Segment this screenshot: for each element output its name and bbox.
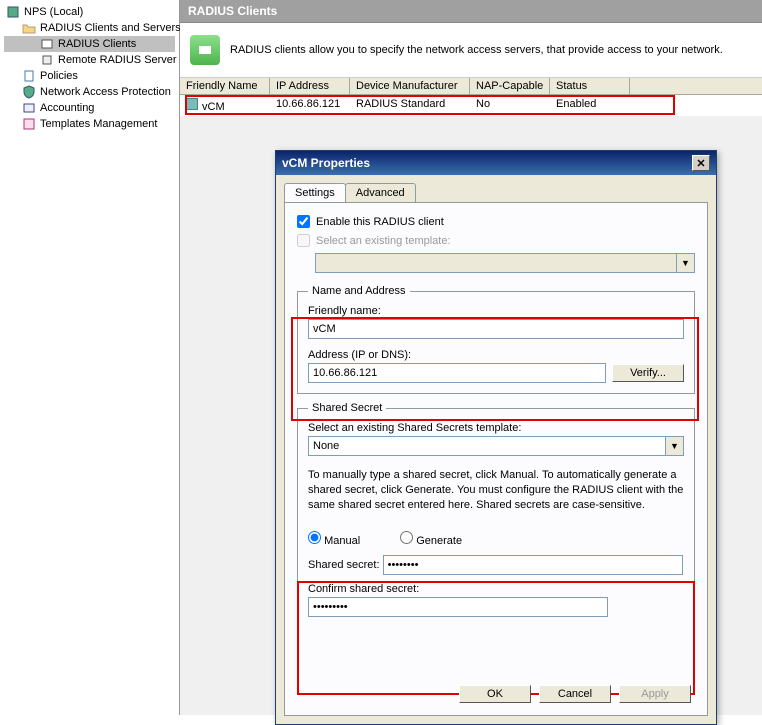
shared-template-dropdown-button[interactable]: ▼: [666, 436, 684, 456]
accounting-icon: [22, 101, 36, 115]
close-button[interactable]: ✕: [692, 155, 710, 171]
confirm-secret-input[interactable]: [308, 597, 608, 617]
td-mfr: RADIUS Standard: [350, 96, 470, 115]
name-address-legend: Name and Address: [308, 285, 410, 297]
tree-item-accounting[interactable]: Accounting: [4, 100, 175, 116]
generate-radio[interactable]: [400, 531, 413, 544]
server-group-icon: [40, 53, 54, 67]
shared-secret-fieldset: Shared Secret Select an existing Shared …: [297, 402, 695, 621]
tree-label: Accounting: [40, 102, 94, 114]
panel-header: RADIUS Clients: [180, 0, 762, 23]
tree-item-radius-clients[interactable]: RADIUS Clients: [4, 36, 175, 52]
tree-label: RADIUS Clients and Servers: [40, 22, 181, 34]
confirm-secret-label: Confirm shared secret:: [308, 583, 419, 595]
template-select: [315, 253, 677, 273]
shared-secret-help: To manually type a shared secret, click …: [308, 468, 684, 513]
client-row-icon: [186, 98, 198, 110]
tab-settings[interactable]: Settings: [284, 183, 346, 202]
dialog-titlebar[interactable]: vCM Properties ✕: [276, 151, 716, 175]
tree-root-label: NPS (Local): [24, 6, 83, 18]
template-dropdown-button: ▼: [677, 253, 695, 273]
nav-tree: NPS (Local) RADIUS Clients and Servers R…: [0, 0, 180, 715]
tree-item-policies[interactable]: Policies: [4, 68, 175, 84]
secret-label: Shared secret:: [308, 559, 380, 571]
td-nap: No: [470, 96, 550, 115]
th-ip-address[interactable]: IP Address: [270, 78, 350, 94]
td-stat: Enabled: [550, 96, 630, 115]
address-label: Address (IP or DNS):: [308, 349, 411, 361]
tree-folder-radius[interactable]: RADIUS Clients and Servers: [4, 20, 175, 36]
tree-label: Network Access Protection: [40, 86, 171, 98]
th-nap-capable[interactable]: NAP-Capable: [470, 78, 550, 94]
manual-radio-label[interactable]: Manual: [308, 531, 360, 547]
tree-item-nap[interactable]: Network Access Protection: [4, 84, 175, 100]
table-row[interactable]: vCM 10.66.86.121 RADIUS Standard No Enab…: [180, 95, 762, 116]
policies-icon: [22, 69, 36, 83]
tab-strip: Settings Advanced: [276, 175, 716, 202]
select-template-checkbox: [297, 234, 310, 247]
friendly-name-label: Friendly name:: [308, 305, 381, 317]
tab-body-settings: Enable this RADIUS client Select an exis…: [284, 202, 708, 716]
properties-dialog: vCM Properties ✕ Settings Advanced Enabl…: [275, 150, 717, 725]
ok-button[interactable]: OK: [459, 685, 531, 703]
tab-advanced[interactable]: Advanced: [345, 183, 416, 202]
name-address-fieldset: Name and Address Friendly name: Address …: [297, 285, 695, 394]
tree-label: Remote RADIUS Server G: [58, 54, 188, 66]
shared-secret-input[interactable]: [383, 555, 683, 575]
generate-radio-label[interactable]: Generate: [400, 531, 462, 547]
shared-secret-legend: Shared Secret: [308, 402, 386, 414]
th-manufacturer[interactable]: Device Manufacturer: [350, 78, 470, 94]
tree-item-remote-radius[interactable]: Remote RADIUS Server G: [4, 52, 175, 68]
enable-client-checkbox[interactable]: [297, 215, 310, 228]
radius-client-icon: [190, 35, 220, 65]
cancel-button[interactable]: Cancel: [539, 685, 611, 703]
td-ip: 10.66.86.121: [270, 96, 350, 115]
server-icon: [6, 5, 20, 19]
shield-icon: [22, 85, 36, 99]
clients-icon: [40, 37, 54, 51]
address-input[interactable]: [308, 363, 606, 383]
tree-label: Policies: [40, 70, 78, 82]
enable-client-label: Enable this RADIUS client: [316, 216, 444, 228]
templates-icon: [22, 117, 36, 131]
tree-label: RADIUS Clients: [58, 38, 136, 50]
panel-title: RADIUS Clients: [188, 4, 277, 18]
friendly-name-input[interactable]: [308, 319, 684, 339]
table-header: Friendly Name IP Address Device Manufact…: [180, 78, 762, 95]
info-text: RADIUS clients allow you to specify the …: [230, 44, 723, 56]
th-friendly-name[interactable]: Friendly Name: [180, 78, 270, 94]
tree-item-templates[interactable]: Templates Management: [4, 116, 175, 132]
select-template-label: Select an existing template:: [316, 235, 451, 247]
dialog-title: vCM Properties: [282, 156, 370, 170]
apply-button: Apply: [619, 685, 691, 703]
td-friendly-name: vCM: [180, 96, 270, 115]
th-status[interactable]: Status: [550, 78, 630, 94]
manual-radio[interactable]: [308, 531, 321, 544]
folder-icon: [22, 21, 36, 35]
shared-template-select[interactable]: [308, 436, 666, 456]
info-strip: RADIUS clients allow you to specify the …: [180, 23, 762, 78]
shared-template-label: Select an existing Shared Secrets templa…: [308, 422, 521, 434]
tree-label: Templates Management: [40, 118, 157, 130]
verify-button[interactable]: Verify...: [612, 364, 684, 382]
tree-root[interactable]: NPS (Local): [4, 4, 175, 20]
close-icon: ✕: [696, 157, 705, 170]
